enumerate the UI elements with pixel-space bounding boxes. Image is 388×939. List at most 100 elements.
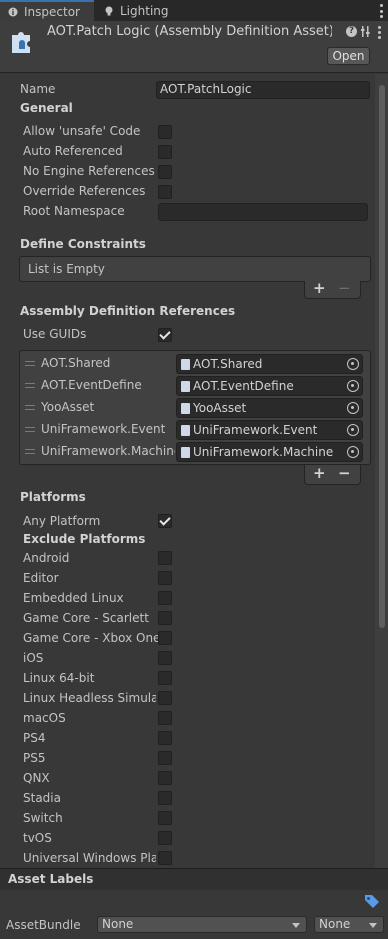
use-guids-label: Use GUIDs [23, 327, 87, 341]
name-label: Name [20, 82, 56, 96]
drag-handle-icon[interactable] [25, 383, 35, 388]
asmdef-file-icon [181, 402, 190, 414]
allow-unsafe-checkbox[interactable] [158, 125, 172, 139]
allow-unsafe-label: Allow 'unsafe' Code [23, 124, 141, 138]
auto-referenced-label: Auto Referenced [23, 144, 123, 158]
no-engine-references-label: No Engine References [23, 164, 155, 178]
exclude-platforms-title: Exclude Platforms [23, 532, 146, 546]
add-constraint-button[interactable]: + [313, 279, 326, 297]
open-button[interactable]: Open [327, 47, 370, 65]
remove-reference-button[interactable]: − [338, 464, 351, 482]
assetbundle-label: AssetBundle [6, 918, 81, 932]
reference-value: UniFramework.Event [193, 423, 318, 437]
platform-label: Stadia [23, 791, 61, 805]
tab-inspector[interactable]: Inspector [0, 0, 94, 21]
more-options-icon[interactable] [377, 26, 381, 39]
platform-checkbox-embedded-linux[interactable] [158, 591, 172, 605]
drag-handle-icon[interactable] [25, 361, 35, 366]
references-footer: + − [304, 464, 361, 485]
drag-handle-icon[interactable] [25, 427, 35, 432]
auto-referenced-checkbox[interactable] [158, 145, 172, 159]
object-picker-icon[interactable] [347, 380, 359, 392]
platform-checkbox-editor[interactable] [158, 571, 172, 585]
platform-checkbox-ps5[interactable] [158, 751, 172, 765]
general-section-title: General [20, 101, 73, 115]
object-picker-icon[interactable] [347, 424, 359, 436]
asmdef-file-icon [181, 380, 190, 392]
tab-lighting-label: Lighting [120, 3, 169, 18]
platform-checkbox-ps4[interactable] [158, 731, 172, 745]
platform-checkbox-stadia[interactable] [158, 791, 172, 805]
define-constraints-title: Define Constraints [20, 237, 146, 251]
root-namespace-input[interactable] [158, 203, 368, 221]
platform-checkbox-qnx[interactable] [158, 771, 172, 785]
assetbundle-variant-dropdown[interactable]: None [314, 916, 384, 933]
add-reference-button[interactable]: + [313, 464, 326, 482]
list-empty-text: List is Empty [28, 262, 105, 276]
drag-handle-icon[interactable] [25, 405, 35, 410]
reference-label: UniFramework.Event [41, 422, 166, 436]
scrollbar-thumb[interactable] [379, 85, 385, 628]
assetbundle-name-value: None [102, 917, 134, 931]
object-picker-icon[interactable] [347, 402, 359, 414]
use-guids-checkbox[interactable] [158, 328, 172, 342]
platform-checkbox-tvos[interactable] [158, 831, 172, 845]
platform-label: Game Core - Scarlett [23, 611, 149, 625]
platform-label: Linux 64-bit [23, 671, 95, 685]
platform-checkbox-scarlett[interactable] [158, 611, 172, 625]
help-icon[interactable]: ? [346, 26, 357, 37]
asmdef-file-icon [181, 446, 190, 458]
reference-object-field[interactable]: AOT.Shared [176, 354, 363, 374]
platform-checkbox-ios[interactable] [158, 651, 172, 665]
reference-label: AOT.Shared [41, 356, 111, 370]
platform-label: Switch [23, 811, 63, 825]
override-references-label: Override References [23, 184, 146, 198]
tab-inspector-label: Inspector [24, 4, 80, 19]
define-constraints-footer: + − [304, 279, 361, 299]
asset-labels-header[interactable]: Asset Labels [0, 868, 388, 890]
presets-icon[interactable] [361, 26, 370, 37]
reference-value: UniFramework.Machine [193, 445, 334, 459]
no-engine-references-checkbox[interactable] [158, 165, 172, 179]
tab-lighting[interactable]: Lighting [96, 0, 176, 21]
reference-object-field[interactable]: UniFramework.Event [176, 420, 363, 440]
platform-checkbox-linux-headless[interactable] [158, 691, 172, 705]
bulb-icon [105, 6, 113, 15]
platform-label: Universal Windows Plat [23, 851, 156, 865]
reference-label: YooAsset [41, 400, 95, 414]
asset-labels-panel: AssetBundle None None [0, 890, 388, 939]
platform-label: macOS [23, 711, 66, 725]
name-input[interactable]: AOT.PatchLogic [156, 81, 370, 99]
assetbundle-variant-value: None [319, 917, 351, 931]
asmdef-file-icon [181, 358, 190, 370]
tab-menu-icon[interactable] [378, 4, 384, 18]
platform-checkbox-linux64[interactable] [158, 671, 172, 685]
assetbundle-name-dropdown[interactable]: None [97, 916, 307, 933]
label-tag-icon[interactable] [364, 894, 380, 908]
platform-checkbox-uwp[interactable] [158, 851, 172, 865]
reference-object-field[interactable]: AOT.EventDefine [176, 376, 363, 396]
reference-value: AOT.Shared [193, 357, 263, 371]
any-platform-checkbox[interactable] [158, 514, 172, 528]
info-icon [8, 7, 18, 16]
remove-constraint-button[interactable]: − [338, 279, 351, 297]
platforms-section-title: Platforms [20, 490, 86, 504]
asset-labels-title: Asset Labels [8, 872, 94, 886]
platform-checkbox-macos[interactable] [158, 711, 172, 725]
reference-value: YooAsset [193, 401, 247, 415]
platform-checkbox-xbox-one[interactable] [158, 631, 172, 645]
object-picker-icon[interactable] [347, 446, 359, 458]
platform-checkbox-android[interactable] [158, 551, 172, 565]
reference-object-field[interactable]: UniFramework.Machine [176, 442, 363, 462]
reference-object-field[interactable]: YooAsset [176, 398, 363, 418]
inspector-header: AOT.Patch Logic (Assembly Definition Ass… [0, 21, 388, 73]
platform-checkbox-switch[interactable] [158, 811, 172, 825]
override-references-checkbox[interactable] [158, 185, 172, 199]
platform-label: PS4 [23, 731, 46, 745]
root-namespace-label: Root Namespace [23, 204, 125, 218]
drag-handle-icon[interactable] [25, 449, 35, 454]
assembly-definition-icon [12, 32, 30, 53]
platform-label: Embedded Linux [23, 591, 124, 605]
object-picker-icon[interactable] [347, 358, 359, 370]
reference-label: AOT.EventDefine [41, 378, 142, 392]
